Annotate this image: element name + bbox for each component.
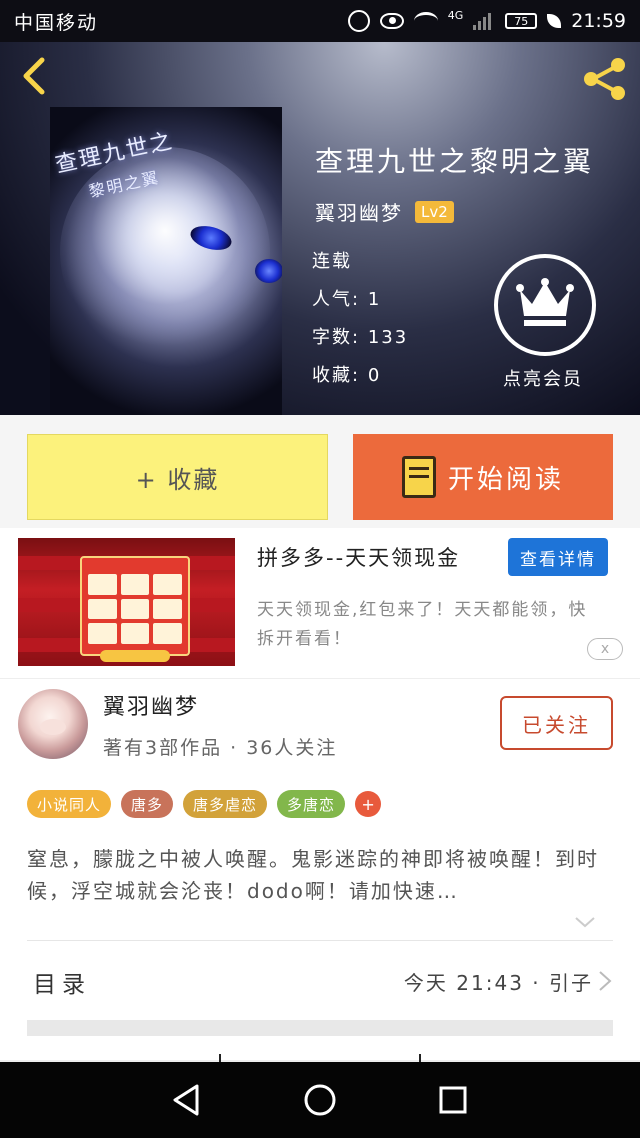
tag-list: 小说同人 唐多 唐多虐恋 多唐恋 + (27, 790, 382, 818)
author-name: 翼羽幽梦 (103, 695, 200, 720)
book-synopsis[interactable]: 窒息，朦胧之中被人唤醒。鬼影迷踪的神即将被唤醒！到时候，浮空城就会沦丧！dodo… (27, 843, 607, 907)
follow-button[interactable]: 已关注 (500, 696, 613, 750)
book-header: 查理九世之 黎明之翼 查理九世之黎明之翼 翼羽幽梦 Lv2 连载 人气: 1 字… (0, 42, 640, 415)
android-navigation-bar (0, 1062, 640, 1138)
back-button[interactable] (14, 54, 58, 98)
book-word-count: 字数: 133 (312, 323, 408, 349)
tag-item[interactable]: 唐多 (121, 790, 174, 818)
nav-home-icon (304, 1084, 336, 1116)
word-count-label: 字数: (312, 327, 361, 348)
eye-comfort-icon (379, 13, 404, 29)
carrier-name: 中国移动 (14, 11, 99, 34)
book-favorites: 收藏: 0 (312, 361, 381, 387)
book-status: 连载 (312, 251, 352, 272)
ad-banner[interactable]: 拼多多--天天领现金 查看详情 天天领现金,红包来了！天天都能领，快拆开看看！ … (0, 528, 640, 678)
signal-icon (473, 12, 495, 30)
book-author-row[interactable]: 翼羽幽梦 Lv2 (315, 197, 454, 226)
book-author-name: 翼羽幽梦 (315, 201, 403, 225)
share-button[interactable] (580, 56, 630, 102)
nav-recents-icon (439, 1086, 467, 1114)
author-level-badge: Lv2 (415, 200, 454, 223)
nav-recents-button[interactable] (433, 1080, 473, 1120)
word-count-value: 133 (367, 327, 409, 348)
start-reading-button[interactable]: 开始阅读 (353, 434, 613, 520)
book-title: 查理九世之黎明之翼 (315, 145, 595, 178)
chevron-right-icon (599, 971, 612, 991)
network-type: 4G (447, 8, 464, 22)
book-icon (401, 456, 436, 498)
favorites-label: 收藏: (312, 365, 361, 386)
bottom-divider-ticks (0, 1054, 640, 1062)
wifi-icon (413, 12, 438, 30)
tag-item[interactable]: 唐多虐恋 (183, 790, 268, 818)
book-cover-image[interactable]: 查理九世之 黎明之翼 (50, 107, 282, 415)
tag-item[interactable]: 小说同人 (27, 790, 112, 818)
catalog-latest-update: 今天 21:43 · 引子 (403, 971, 593, 995)
ad-view-details-button[interactable]: 查看详情 (508, 538, 608, 576)
power-saving-leaf-icon (547, 14, 562, 28)
catalog-label: 目录 (33, 972, 91, 998)
author-card[interactable]: 翼羽幽梦 著有3部作品 · 36人关注 已关注 (0, 678, 640, 770)
expand-synopsis-chevron-icon[interactable] (573, 910, 597, 934)
nav-home-button[interactable] (300, 1080, 340, 1120)
more-tags-button[interactable]: + (355, 791, 382, 817)
share-icon (584, 58, 625, 100)
battery-icon: 75 (505, 13, 538, 29)
nav-back-button[interactable] (167, 1080, 207, 1120)
tag-item[interactable]: 多唐恋 (277, 790, 346, 818)
ad-close-icon[interactable]: x (587, 638, 623, 660)
alarm-icon (347, 10, 370, 32)
popularity-value: 1 (367, 289, 382, 310)
vip-membership-button[interactable] (494, 254, 596, 356)
favorites-value: 0 (367, 365, 382, 386)
popularity-label: 人气: (312, 289, 361, 310)
book-popularity: 人气: 1 (312, 285, 381, 311)
author-info: 著有3部作品 · 36人关注 (103, 737, 338, 759)
divider (27, 940, 613, 941)
vip-label[interactable]: 点亮会员 (503, 365, 583, 391)
action-buttons: + 收藏 开始阅读 (0, 415, 640, 528)
catalog-row[interactable]: 目录 今天 21:43 · 引子 (27, 955, 613, 1007)
content-separator (27, 1020, 613, 1036)
ad-image[interactable] (18, 538, 235, 666)
ad-description: 天天领现金,红包来了！天天都能领，快拆开看看！ (257, 600, 588, 649)
status-time: 21:59 (571, 10, 626, 32)
add-to-favorites-button[interactable]: + 收藏 (27, 434, 328, 520)
start-reading-label: 开始阅读 (447, 464, 564, 495)
ad-title: 拼多多--天天领现金 (257, 546, 461, 570)
back-arrow-icon (23, 57, 45, 95)
status-icons: 4G 75 21:59 (347, 8, 626, 32)
status-bar: 中国移动 4G 75 21:59 (0, 0, 640, 42)
crown-icon (516, 278, 574, 326)
author-avatar[interactable] (18, 689, 88, 759)
nav-back-icon (173, 1084, 199, 1116)
